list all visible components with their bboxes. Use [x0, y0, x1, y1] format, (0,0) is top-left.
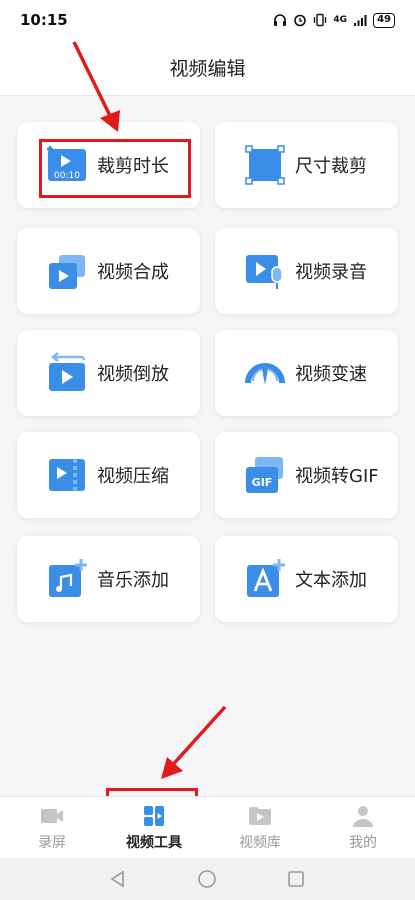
tool-video-compress[interactable]: 视频压缩	[17, 432, 200, 518]
back-icon[interactable]	[108, 869, 128, 889]
home-icon[interactable]	[197, 869, 217, 889]
tool-label: 视频倒放	[97, 364, 169, 385]
nav-label: 视频库	[239, 835, 281, 851]
signal-icon	[354, 15, 367, 26]
page-header: 视频编辑	[0, 40, 415, 96]
nav-item-video-tools[interactable]: 视频工具	[104, 797, 204, 859]
nav-label: 录屏	[38, 835, 66, 851]
video-speed-icon	[245, 363, 285, 385]
status-bar: 10:15 4G 49	[0, 0, 415, 40]
tool-label: 视频压缩	[97, 466, 169, 487]
status-icons: 4G 49	[273, 12, 395, 28]
video-record-audio-icon	[246, 255, 283, 289]
tool-video-to-gif[interactable]: GIF 视频转GIF	[215, 432, 398, 518]
crop-size-icon	[245, 145, 285, 185]
bottom-nav: 录屏 视频工具 视频库 我的	[0, 796, 415, 858]
video-merge-icon	[49, 255, 85, 289]
tool-video-merge[interactable]: 视频合成	[17, 228, 200, 314]
tool-video-reverse[interactable]: 视频倒放	[17, 330, 200, 416]
profile-icon	[353, 806, 373, 827]
nav-item-screen-record[interactable]: 录屏	[2, 797, 102, 859]
tool-label: 视频合成	[97, 262, 169, 283]
tool-video-record-audio[interactable]: 视频录音	[215, 228, 398, 314]
add-text-icon	[247, 559, 285, 597]
annotation-arrow-top	[72, 41, 120, 132]
system-nav-bar	[0, 858, 415, 900]
battery-indicator: 49	[373, 12, 395, 28]
nav-label: 视频工具	[126, 835, 182, 851]
recents-icon[interactable]	[286, 869, 306, 889]
alarm-icon	[294, 14, 307, 27]
tool-crop-size[interactable]: 尺寸裁剪	[215, 122, 398, 208]
tool-label: 视频变速	[295, 364, 367, 385]
network-type: 4G	[333, 15, 348, 25]
vibrate-icon	[314, 13, 327, 27]
annotation-arrow-bottom	[161, 705, 227, 779]
add-music-icon	[49, 559, 87, 597]
video-compress-icon	[49, 459, 85, 491]
tool-label: 视频录音	[295, 262, 367, 283]
nav-label: 我的	[349, 835, 377, 851]
nav-item-video-library[interactable]: 视频库	[210, 797, 310, 859]
tool-label: 文本添加	[295, 570, 367, 591]
video-library-icon	[249, 807, 271, 825]
video-to-gif-icon: GIF	[246, 457, 283, 493]
screen-record-icon	[41, 809, 63, 823]
video-reverse-icon	[49, 352, 86, 391]
status-time: 10:15	[20, 11, 68, 29]
highlight-box-trim	[39, 139, 191, 198]
tool-label: 音乐添加	[97, 570, 169, 591]
nav-item-profile[interactable]: 我的	[313, 797, 413, 859]
page-title: 视频编辑	[169, 58, 246, 80]
gif-badge: GIF	[252, 476, 273, 489]
tool-add-music[interactable]: 音乐添加	[17, 536, 200, 622]
video-tools-icon	[144, 806, 164, 826]
tool-label: 视频转GIF	[295, 466, 379, 487]
tool-label: 尺寸裁剪	[295, 156, 367, 177]
headphones-icon	[274, 14, 287, 26]
tool-add-text[interactable]: 文本添加	[215, 536, 398, 622]
tool-video-speed[interactable]: 视频变速	[215, 330, 398, 416]
